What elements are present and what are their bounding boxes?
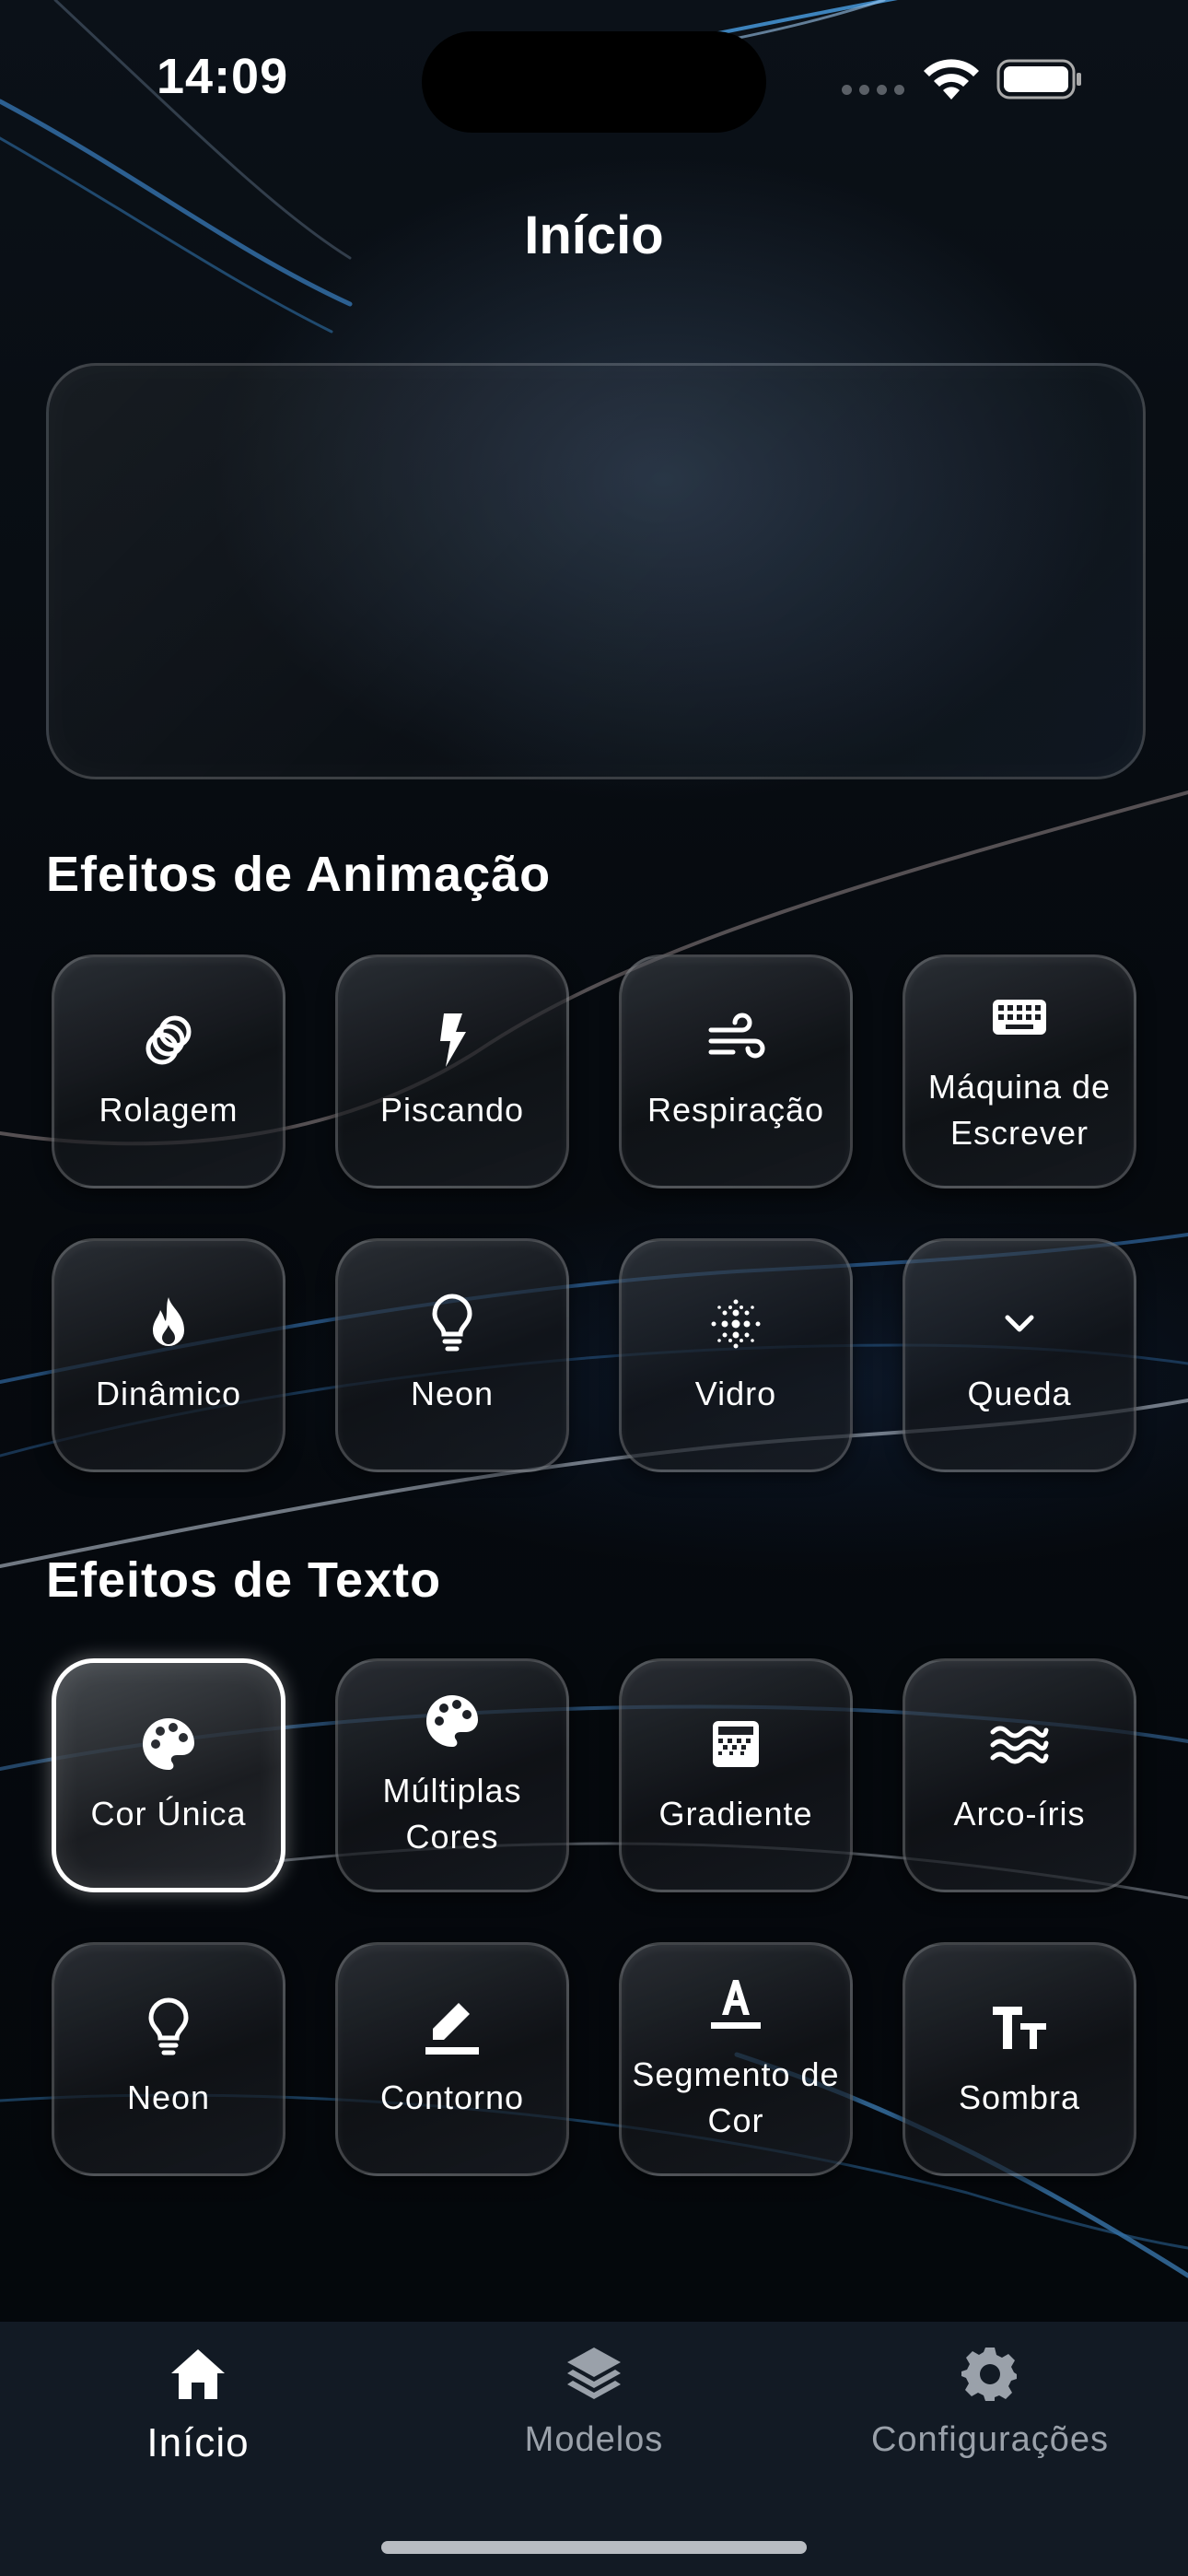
pen-outline-icon (422, 1997, 483, 2058)
tab-bar: Início Modelos Configurações (0, 2322, 1188, 2576)
lightbulb-icon (422, 1294, 483, 1354)
home-screen: 14:09 Início Efeitos de Animação Rolagem (0, 0, 1188, 2576)
effect-label: Sombra (958, 2078, 1081, 2116)
effect-label: Segmento de Cor (632, 2055, 840, 2139)
waves-icon (989, 1714, 1050, 1774)
palette-icon (138, 1714, 199, 1774)
gear-icon (960, 2344, 1020, 2409)
text-preview-card[interactable] (46, 363, 1146, 779)
effect-tile-contorno[interactable]: Contorno (335, 1942, 569, 2176)
rings-icon (138, 1010, 199, 1071)
effect-tile-neon-text[interactable]: Neon (52, 1942, 285, 2176)
effect-tile-arco-iris[interactable]: Arco-íris (903, 1658, 1136, 1892)
dynamic-island (422, 31, 766, 133)
effect-tile-gradiente[interactable]: Gradiente (619, 1658, 853, 1892)
tab-label: Configurações (870, 2420, 1110, 2459)
effect-label: Dinâmico (95, 1375, 242, 1412)
effect-label: Rolagem (99, 1091, 239, 1129)
page-title: Início (524, 205, 664, 265)
chevron-down-icon (989, 1294, 1050, 1354)
keyboard-icon (989, 987, 1050, 1048)
tab-inicio[interactable]: Início (46, 2344, 350, 2466)
fire-icon (138, 1294, 199, 1354)
gradient-icon (705, 1714, 766, 1774)
effect-label: Gradiente (658, 1795, 813, 1832)
animation-effects-grid: Rolagem Piscando Respiração Máquina de E… (52, 954, 1138, 1472)
section-title-animation: Efeitos de Animação (46, 847, 552, 902)
effect-tile-segmento-de-cor[interactable]: Segmento de Cor (619, 1942, 853, 2176)
effect-tile-sombra[interactable]: Sombra (903, 1942, 1136, 2176)
effect-label: Piscando (379, 1091, 525, 1129)
battery-icon (996, 59, 1081, 100)
wind-icon (705, 1010, 766, 1071)
home-icon (168, 2344, 228, 2409)
tab-configuracoes[interactable]: Configurações (838, 2344, 1142, 2460)
status-bar: 14:09 (0, 0, 1188, 157)
effect-tile-multiplas-cores[interactable]: Múltiplas Cores (335, 1658, 569, 1892)
effect-tile-respiracao[interactable]: Respiração (619, 954, 853, 1188)
effect-label: Vidro (694, 1375, 777, 1412)
text-underline-icon (705, 1974, 766, 2035)
effect-label: Neon (410, 1375, 495, 1412)
effect-tile-piscando[interactable]: Piscando (335, 954, 569, 1188)
effect-label: Queda (967, 1375, 1072, 1412)
effect-tile-neon[interactable]: Neon (335, 1238, 569, 1472)
effect-label: Máquina de Escrever (927, 1068, 1112, 1152)
effect-tile-dinamico[interactable]: Dinâmico (52, 1238, 285, 1472)
layers-icon (564, 2344, 624, 2409)
effect-label: Cor Única (90, 1795, 247, 1832)
effect-label: Neon (126, 2078, 211, 2116)
effect-tile-queda[interactable]: Queda (903, 1238, 1136, 1472)
effect-label: Múltiplas Cores (382, 1772, 522, 1856)
effect-tile-rolagem[interactable]: Rolagem (52, 954, 285, 1188)
cellular-signal-icon (842, 85, 904, 95)
lightning-icon (422, 1010, 483, 1071)
text-effects-grid: Cor Única Múltiplas Cores Gradiente Arco… (52, 1658, 1138, 2176)
effect-label: Contorno (379, 2078, 525, 2116)
effect-tile-cor-unica[interactable]: Cor Única (52, 1658, 285, 1892)
effect-tile-maquina-de-escrever[interactable]: Máquina de Escrever (903, 954, 1136, 1188)
effect-label: Arco-íris (953, 1795, 1086, 1832)
palette-icon (422, 1691, 483, 1751)
status-time: 14:09 (157, 49, 289, 104)
tab-label: Início (146, 2420, 250, 2465)
effect-label: Respiração (646, 1091, 825, 1129)
effect-tile-vidro[interactable]: Vidro (619, 1238, 853, 1472)
wifi-icon (924, 59, 979, 100)
dots-grid-icon (705, 1294, 766, 1354)
tab-label: Modelos (524, 2420, 664, 2459)
section-title-text: Efeitos de Texto (46, 1552, 442, 1608)
tab-modelos[interactable]: Modelos (442, 2344, 746, 2460)
lightbulb-icon (138, 1997, 199, 2058)
text-size-icon (989, 1997, 1050, 2058)
home-indicator[interactable] (381, 2541, 807, 2554)
